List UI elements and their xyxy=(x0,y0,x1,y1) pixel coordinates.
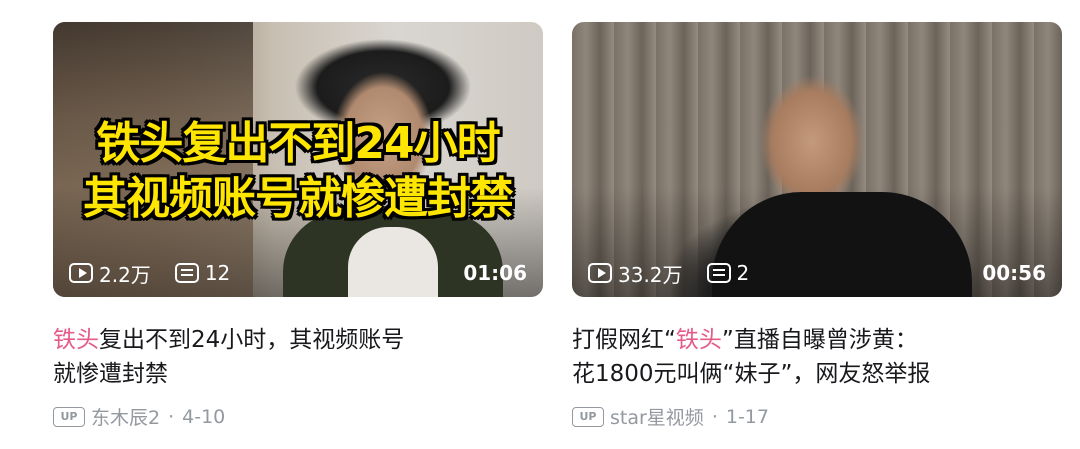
video-thumbnail[interactable]: 铁头复出不到24小时 其视频账号就惨遭封禁 2.2万 12 01:06 xyxy=(53,22,543,297)
title-keyword-highlight: 铁头 xyxy=(53,327,99,353)
title-text: 复出不到24小时，其视频账号 xyxy=(99,327,405,353)
video-duration: 00:56 xyxy=(982,261,1046,285)
title-text-line-2: 花1800元叫俩“妹子”，网友怒举报 xyxy=(572,361,931,387)
video-duration: 01:06 xyxy=(463,261,527,285)
title-text: ”直播自曝曾涉黄： xyxy=(721,327,918,353)
play-count-icon xyxy=(69,263,93,283)
publish-date: 4-10 xyxy=(182,405,226,428)
author-name[interactable]: star星视频 xyxy=(610,403,704,430)
comment-count-value: 2 xyxy=(736,261,750,285)
thumbnail-stats-bar: 33.2万 2 00:56 xyxy=(588,259,1046,288)
video-title[interactable]: 打假网红“铁头”直播自曝曾涉黄： 花1800元叫俩“妹子”，网友怒举报 xyxy=(572,323,1062,391)
video-title[interactable]: 铁头复出不到24小时，其视频账号 就惨遭封禁 xyxy=(53,323,543,391)
publish-date: 1-17 xyxy=(725,405,769,428)
danmaku-icon xyxy=(174,263,199,283)
video-card-2[interactable]: 33.2万 2 00:56 打假网红“铁头”直播自曝曾涉黄： 花1800元叫俩“… xyxy=(572,22,1062,430)
comment-count: 12 xyxy=(174,261,231,285)
view-count: 2.2万 xyxy=(69,259,151,288)
author-name[interactable]: 东木辰2 xyxy=(91,403,160,430)
danmaku-icon xyxy=(706,263,731,283)
up-icon: UP xyxy=(53,406,85,427)
video-meta: UP star星视频 · 1-17 xyxy=(572,403,1062,430)
comment-count: 2 xyxy=(706,261,750,285)
meta-separator: · xyxy=(711,405,718,428)
video-meta: UP 东木辰2 · 4-10 xyxy=(53,403,543,430)
video-thumbnail[interactable]: 33.2万 2 00:56 xyxy=(572,22,1062,297)
play-count-icon xyxy=(588,263,612,283)
meta-separator: · xyxy=(168,405,175,428)
thumbnail-stats-bar: 2.2万 12 01:06 xyxy=(69,259,527,288)
title-keyword-highlight: 铁头 xyxy=(675,327,722,353)
title-text-prefix: 打假网红“ xyxy=(572,327,676,353)
thumbnail-caption-line-2: 其视频账号就惨遭封禁 xyxy=(83,173,514,224)
view-count-value: 33.2万 xyxy=(618,262,683,287)
video-card-1[interactable]: 铁头复出不到24小时 其视频账号就惨遭封禁 2.2万 12 01:06 铁头复出… xyxy=(53,22,543,430)
title-text-line-2: 就惨遭封禁 xyxy=(53,361,168,387)
comment-count-value: 12 xyxy=(204,261,231,285)
view-count-value: 2.2万 xyxy=(99,262,151,287)
view-count: 33.2万 xyxy=(588,259,683,288)
up-icon: UP xyxy=(572,406,604,427)
